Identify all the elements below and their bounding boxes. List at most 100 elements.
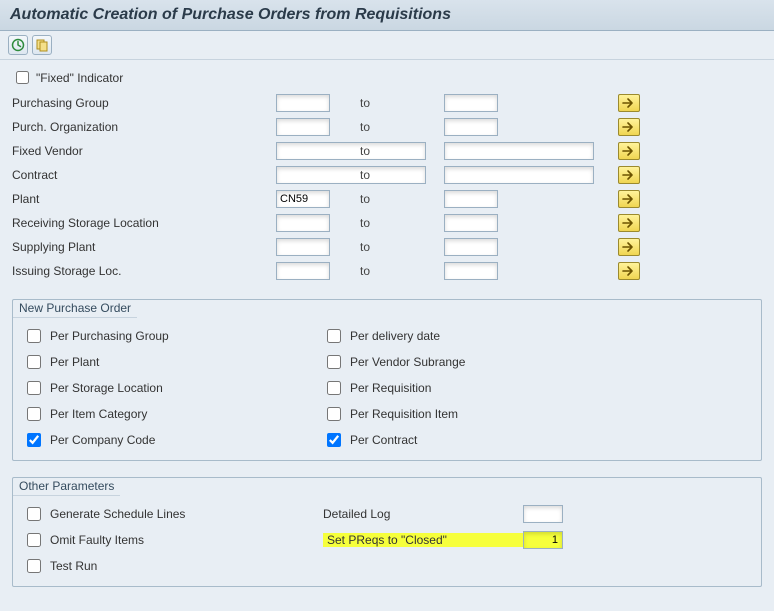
criteria-to-input[interactable] xyxy=(444,94,498,112)
clock-execute-icon xyxy=(11,38,25,52)
po-option-label: Per delivery date xyxy=(350,329,440,343)
criteria-to-input[interactable] xyxy=(444,214,498,232)
po-option-checkbox[interactable] xyxy=(327,329,341,343)
po-option-checkbox[interactable] xyxy=(27,433,41,447)
criteria-from-input[interactable] xyxy=(276,94,330,112)
po-option-label: Per Requisition Item xyxy=(350,407,458,421)
omit-faulty-items-checkbox[interactable] xyxy=(27,533,41,547)
po-option[interactable]: Per Requisition xyxy=(323,378,623,398)
multiple-selection-button[interactable] xyxy=(618,238,640,256)
arrow-right-icon xyxy=(622,97,636,109)
arrow-right-icon xyxy=(622,193,636,205)
multiple-selection-button[interactable] xyxy=(618,190,640,208)
test-run-checkbox[interactable] xyxy=(27,559,41,573)
po-option-label: Per Company Code xyxy=(50,433,155,447)
to-label: to xyxy=(360,168,440,182)
other-params-body: Generate Schedule Lines Detailed Log Omi… xyxy=(13,496,761,586)
to-label: to xyxy=(360,120,440,134)
arrow-right-icon xyxy=(622,169,636,181)
selection-screen: "Fixed" Indicator Purchasing GrouptoPurc… xyxy=(0,60,774,611)
new-po-title: New Purchase Order xyxy=(13,299,137,318)
criteria-to-input[interactable] xyxy=(444,262,498,280)
criteria-to-input[interactable] xyxy=(444,166,594,184)
po-option[interactable]: Per Storage Location xyxy=(23,378,323,398)
criteria-label: Fixed Vendor xyxy=(12,144,272,158)
to-label: to xyxy=(360,144,440,158)
fixed-indicator-row: "Fixed" Indicator xyxy=(12,68,762,87)
criteria-label: Plant xyxy=(12,192,272,206)
fixed-indicator-checkbox[interactable] xyxy=(16,71,29,84)
po-option-checkbox[interactable] xyxy=(327,407,341,421)
page-title: Automatic Creation of Purchase Orders fr… xyxy=(0,0,774,31)
generate-schedule-lines-label: Generate Schedule Lines xyxy=(50,507,185,521)
po-option[interactable]: Per Purchasing Group xyxy=(23,326,323,346)
execute-button[interactable] xyxy=(8,35,28,55)
to-label: to xyxy=(360,240,440,254)
criteria-row: Fixed Vendor to xyxy=(12,139,762,163)
detailed-log-label: Detailed Log xyxy=(323,507,523,521)
po-option-checkbox[interactable] xyxy=(27,355,41,369)
multiple-selection-button[interactable] xyxy=(618,142,640,160)
po-option-checkbox[interactable] xyxy=(27,407,41,421)
po-option-label: Per Purchasing Group xyxy=(50,329,169,343)
multiple-selection-button[interactable] xyxy=(618,262,640,280)
criteria-from-input[interactable] xyxy=(276,238,330,256)
arrow-right-icon xyxy=(622,121,636,133)
omit-faulty-items-label: Omit Faulty Items xyxy=(50,533,144,547)
po-option-label: Per Storage Location xyxy=(50,381,163,395)
po-option[interactable]: Per Plant xyxy=(23,352,323,372)
to-label: to xyxy=(360,264,440,278)
test-run[interactable]: Test Run xyxy=(23,556,323,576)
generate-schedule-lines-checkbox[interactable] xyxy=(27,507,41,521)
multiple-selection-button[interactable] xyxy=(618,118,640,136)
criteria-from-input[interactable] xyxy=(276,262,330,280)
toolbar xyxy=(0,31,774,60)
po-option-label: Per Contract xyxy=(350,433,417,447)
criteria-row: Purchasing Groupto xyxy=(12,91,762,115)
po-option[interactable]: Per Requisition Item xyxy=(323,404,623,424)
po-option-checkbox[interactable] xyxy=(27,329,41,343)
po-option-label: Per Requisition xyxy=(350,381,431,395)
po-option[interactable]: Per Item Category xyxy=(23,404,323,424)
multiple-selection-button[interactable] xyxy=(618,94,640,112)
po-option-label: Per Vendor Subrange xyxy=(350,355,465,369)
criteria-block: Purchasing GrouptoPurch. OrganizationtoF… xyxy=(12,91,762,283)
criteria-to-input[interactable] xyxy=(444,118,498,136)
detailed-log-input[interactable] xyxy=(523,505,563,523)
arrow-right-icon xyxy=(622,217,636,229)
arrow-right-icon xyxy=(622,265,636,277)
po-option[interactable]: Per Vendor Subrange xyxy=(323,352,623,372)
po-option[interactable]: Per Contract xyxy=(323,430,623,450)
criteria-from-input[interactable] xyxy=(276,190,330,208)
criteria-to-input[interactable] xyxy=(444,238,498,256)
generate-schedule-lines[interactable]: Generate Schedule Lines xyxy=(23,504,323,524)
multiple-selection-button[interactable] xyxy=(618,166,640,184)
criteria-from-input[interactable] xyxy=(276,118,330,136)
variant-icon xyxy=(35,38,49,52)
to-label: to xyxy=(360,96,440,110)
criteria-row: Purch. Organizationto xyxy=(12,115,762,139)
other-params-title: Other Parameters xyxy=(13,477,120,496)
new-po-group: New Purchase Order Per Purchasing Group P… xyxy=(12,299,762,461)
po-option[interactable]: Per delivery date xyxy=(323,326,623,346)
criteria-from-input[interactable] xyxy=(276,214,330,232)
criteria-to-input[interactable] xyxy=(444,142,594,160)
criteria-row: Issuing Storage Loc.to xyxy=(12,259,762,283)
get-variant-button[interactable] xyxy=(32,35,52,55)
set-preqs-closed-input[interactable] xyxy=(523,531,563,549)
criteria-label: Receiving Storage Location xyxy=(12,216,272,230)
criteria-label: Supplying Plant xyxy=(12,240,272,254)
po-option-checkbox[interactable] xyxy=(327,433,341,447)
criteria-row: Receiving Storage Location to xyxy=(12,211,762,235)
other-params-group: Other Parameters Generate Schedule Lines… xyxy=(12,477,762,587)
omit-faulty-items[interactable]: Omit Faulty Items xyxy=(23,530,323,550)
po-option-label: Per Plant xyxy=(50,355,99,369)
po-option-checkbox[interactable] xyxy=(327,381,341,395)
po-option[interactable]: Per Company Code xyxy=(23,430,323,450)
multiple-selection-button[interactable] xyxy=(618,214,640,232)
criteria-to-input[interactable] xyxy=(444,190,498,208)
to-label: to xyxy=(360,216,440,230)
po-option-checkbox[interactable] xyxy=(327,355,341,369)
to-label: to xyxy=(360,192,440,206)
po-option-checkbox[interactable] xyxy=(27,381,41,395)
